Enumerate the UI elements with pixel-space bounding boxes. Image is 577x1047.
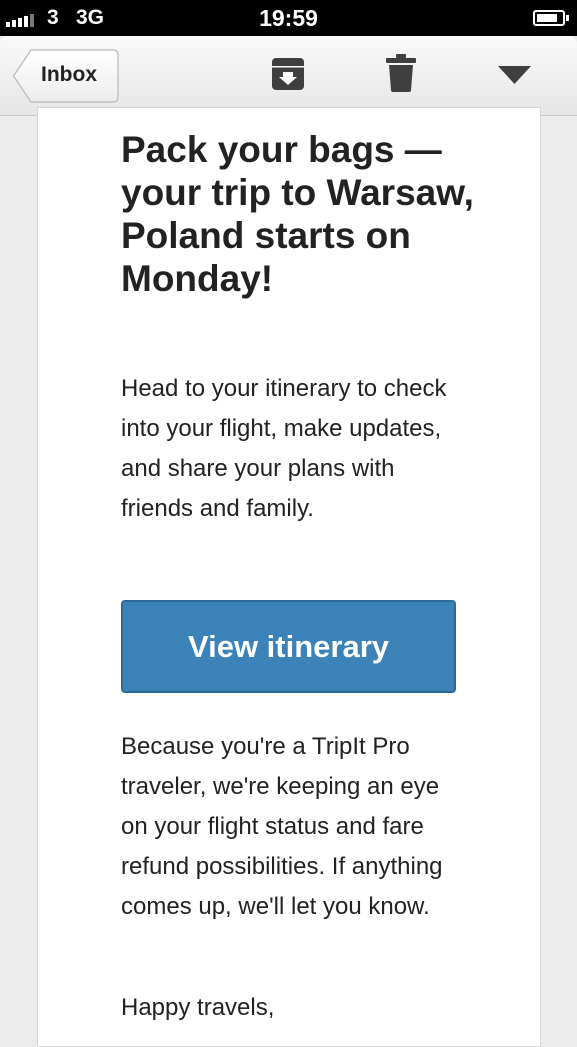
back-button-label: Inbox <box>41 63 97 86</box>
pro-note-paragraph: Because you're a TripIt Pro traveler, we… <box>121 733 443 920</box>
status-time: 19:59 <box>259 5 318 31</box>
message-toolbar: Inbox <box>0 36 577 116</box>
back-to-inbox-button[interactable]: Inbox <box>13 49 119 103</box>
trash-icon[interactable] <box>386 54 416 97</box>
battery-icon <box>533 10 569 26</box>
intro-paragraph: Head to your itinerary to check into you… <box>121 375 447 522</box>
archive-icon[interactable] <box>270 56 306 97</box>
chevron-down-icon[interactable] <box>498 66 531 89</box>
view-itinerary-button[interactable]: View itinerary <box>121 600 456 693</box>
status-bar: 3 3G 19:59 <box>0 0 577 36</box>
email-headline: Pack your bags — your trip to Warsaw, Po… <box>121 129 474 299</box>
signoff-text: Happy travels, <box>121 994 275 1021</box>
